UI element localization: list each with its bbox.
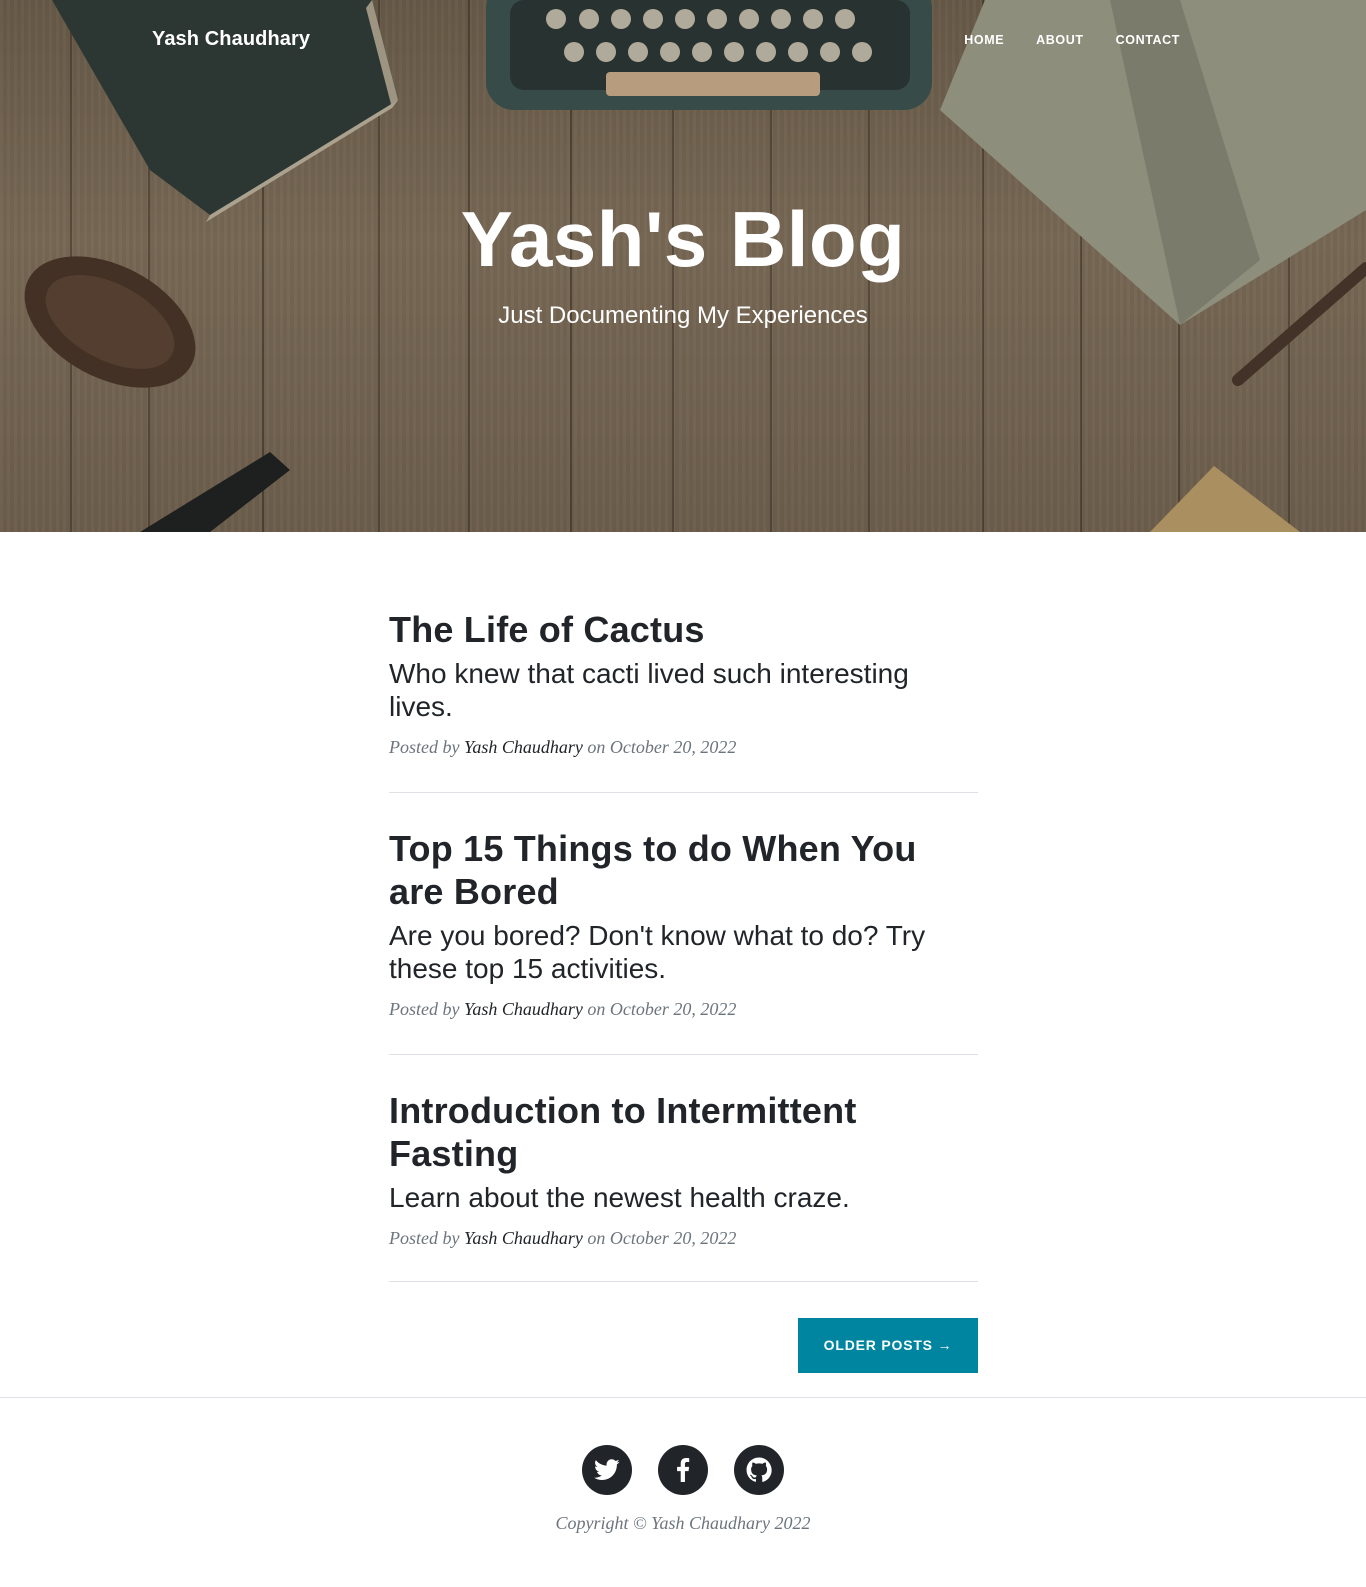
github-icon: [746, 1457, 772, 1482]
post-date: on October 20, 2022: [587, 999, 737, 1019]
hero-header: Yash Chaudhary HOME ABOUT CONTACT Yash's…: [0, 0, 1366, 532]
post-author-link[interactable]: Yash Chaudhary: [464, 737, 583, 757]
facebook-icon: [677, 1458, 690, 1482]
footer-divider: [0, 1397, 1366, 1398]
github-link[interactable]: [734, 1445, 784, 1495]
post-title[interactable]: Introduction to Intermittent Fasting: [389, 1089, 978, 1175]
post-preview[interactable]: Top 15 Things to do When You are Bored A…: [389, 827, 978, 1055]
twitter-link[interactable]: [582, 1445, 632, 1495]
hero-subtitle: Just Documenting My Experiences: [498, 302, 868, 329]
post-subtitle[interactable]: Learn about the newest health craze.: [389, 1181, 978, 1214]
post-subtitle[interactable]: Are you bored? Don't know what to do? Tr…: [389, 919, 978, 985]
nav-link-home[interactable]: HOME: [964, 33, 1004, 47]
post-date: on October 20, 2022: [587, 737, 737, 757]
post-meta-prefix: Posted by: [389, 999, 460, 1019]
post-meta-prefix: Posted by: [389, 1228, 460, 1248]
post-meta: Posted by Yash Chaudhary on October 20, …: [389, 999, 978, 1020]
facebook-link[interactable]: [658, 1445, 708, 1495]
post-preview[interactable]: The Life of Cactus Who knew that cacti l…: [389, 608, 978, 793]
twitter-icon: [594, 1459, 620, 1480]
main-nav: HOME ABOUT CONTACT: [964, 33, 1180, 47]
pager: OLDER POSTS →: [798, 1318, 978, 1373]
post-date: on October 20, 2022: [587, 1228, 737, 1248]
social-links: [582, 1445, 784, 1495]
post-preview[interactable]: Introduction to Intermittent Fasting Lea…: [389, 1089, 978, 1282]
site-brand-link[interactable]: Yash Chaudhary: [152, 28, 310, 51]
nav-link-contact[interactable]: CONTACT: [1116, 33, 1180, 47]
hero-title: Yash's Blog: [460, 195, 906, 283]
post-subtitle[interactable]: Who knew that cacti lived such interesti…: [389, 657, 978, 723]
post-author-link[interactable]: Yash Chaudhary: [464, 1228, 583, 1248]
post-list: The Life of Cactus Who knew that cacti l…: [389, 608, 978, 1282]
post-title[interactable]: Top 15 Things to do When You are Bored: [389, 827, 978, 913]
post-meta: Posted by Yash Chaudhary on October 20, …: [389, 737, 978, 758]
post-author-link[interactable]: Yash Chaudhary: [464, 999, 583, 1019]
post-title[interactable]: The Life of Cactus: [389, 608, 978, 651]
copyright-text: Copyright © Yash Chaudhary 2022: [555, 1513, 811, 1533]
older-posts-button[interactable]: OLDER POSTS →: [798, 1318, 978, 1373]
post-meta-prefix: Posted by: [389, 737, 460, 757]
nav-link-about[interactable]: ABOUT: [1036, 33, 1083, 47]
post-meta: Posted by Yash Chaudhary on October 20, …: [389, 1228, 978, 1249]
